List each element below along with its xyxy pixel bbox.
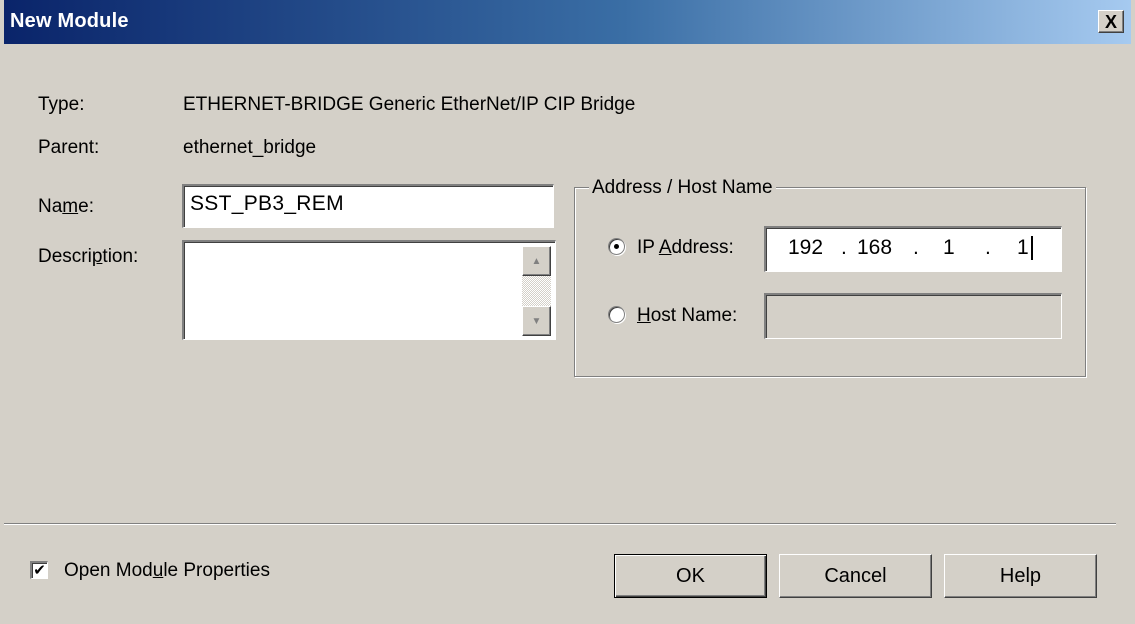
ip-octet-2[interactable]: 168: [857, 236, 892, 260]
cancel-button[interactable]: Cancel: [779, 554, 932, 598]
footer-separator: [4, 523, 1116, 525]
parent-label: Parent:: [38, 137, 100, 158]
type-label: Type:: [38, 94, 85, 115]
help-button[interactable]: Help: [944, 554, 1097, 598]
text-caret: [1031, 236, 1033, 260]
checkmark-icon: ✔: [33, 562, 46, 579]
scroll-up-button[interactable]: ▲: [522, 246, 551, 276]
address-group-title: Address / Host Name: [589, 177, 776, 199]
close-icon: X: [1104, 11, 1117, 32]
ip-address-radio[interactable]: [608, 238, 625, 255]
description-label: Description:: [38, 246, 139, 267]
arrow-up-icon: ▲: [531, 255, 542, 267]
name-label: Name:: [38, 196, 94, 217]
title-bar: [4, 0, 1131, 44]
close-button[interactable]: X: [1098, 10, 1124, 33]
ip-address-label: IP Address:: [637, 237, 734, 258]
type-value: ETHERNET-BRIDGE Generic EtherNet/IP CIP …: [183, 94, 636, 115]
host-name-label: Host Name:: [637, 305, 738, 326]
arrow-down-icon: ▼: [531, 315, 542, 327]
name-input[interactable]: SST_PB3_REM: [182, 184, 554, 228]
open-module-properties-label: Open Module Properties: [64, 560, 270, 581]
host-name-input[interactable]: [764, 293, 1062, 339]
window-title: New Module: [10, 10, 129, 32]
parent-value: ethernet_bridge: [183, 137, 317, 158]
description-value: [184, 242, 555, 254]
host-name-radio[interactable]: [608, 306, 625, 323]
ip-dot: .: [913, 236, 919, 259]
ip-dot: .: [841, 236, 847, 259]
description-textarea[interactable]: [182, 240, 556, 340]
ip-octet-4[interactable]: 1: [1017, 236, 1029, 260]
open-module-properties-checkbox[interactable]: ✔: [30, 561, 48, 579]
address-group: [574, 187, 1086, 377]
name-value: SST_PB3_REM: [190, 192, 344, 215]
ip-octet-3[interactable]: 1: [943, 236, 955, 260]
ip-octet-1[interactable]: 192: [788, 236, 823, 260]
ok-button[interactable]: OK: [614, 554, 767, 598]
ip-dot: .: [985, 236, 991, 259]
scroll-down-button[interactable]: ▼: [522, 306, 551, 336]
radio-selected-dot: [614, 244, 619, 249]
